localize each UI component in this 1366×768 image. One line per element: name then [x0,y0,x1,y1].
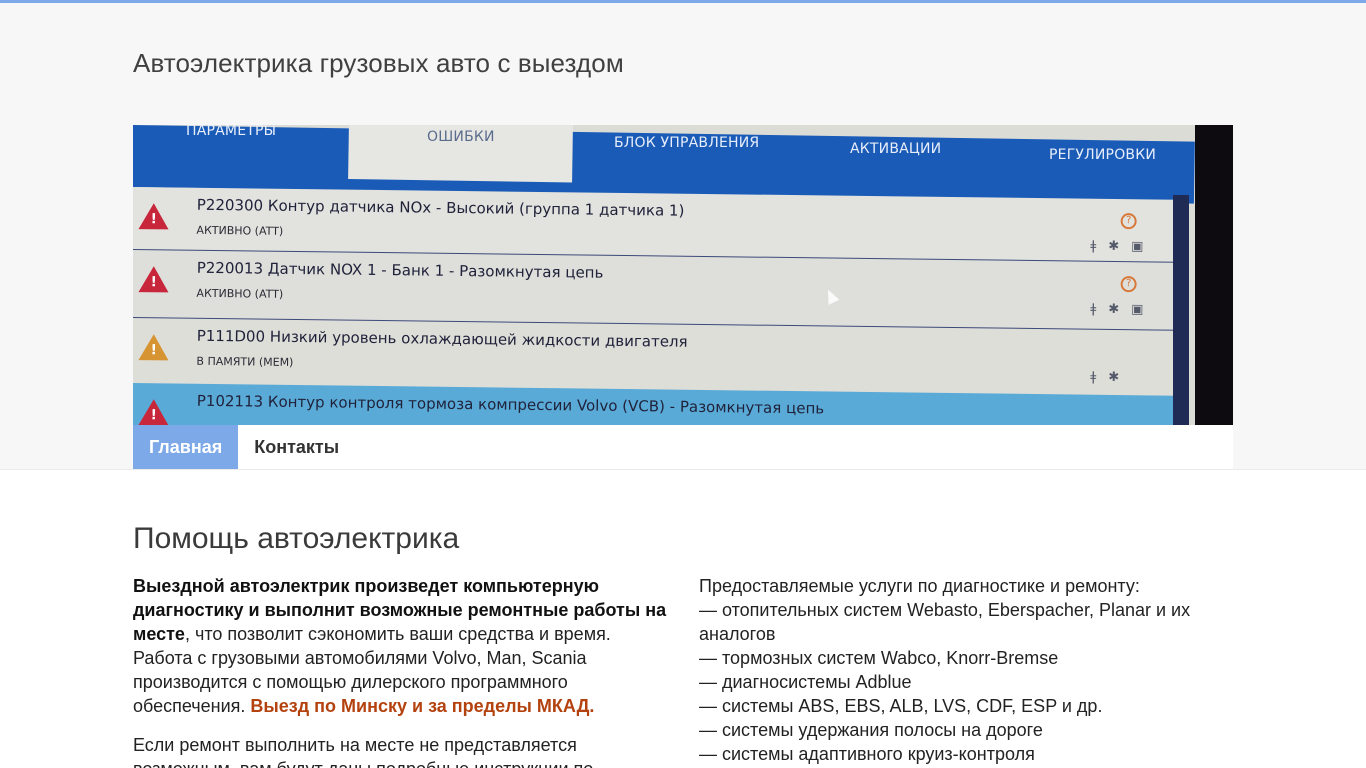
hero-tab-label: ОШИБКИ [427,129,495,145]
tool-icons: ǂ✱▣ [1090,301,1156,318]
second-paragraph: Если ремонт выполнить на месте не предст… [133,735,593,768]
hero-tab-label: ПАРАМЕТРЫ [186,125,277,139]
tool-icons: ǂ✱▣ [1090,238,1156,255]
warning-icon [138,203,169,230]
help-icon: ? [1120,276,1137,293]
tool-icons: ǂ✱ [1090,369,1132,386]
intro-paragraph: Выездной автоэлектрик произведет компьют… [133,574,673,718]
hero-fault-status: АКТИВНО (ATT) [196,286,284,301]
hero-fault-code: P220300 Контур датчика NOx - Высокий (гр… [196,195,685,220]
hero-fault-row: P220013 Датчик NOX 1 - Банк 1 - Разомкну… [133,249,1178,330]
hero-fault-code: P220013 Датчик NOX 1 - Банк 1 - Разомкну… [196,258,604,282]
content-right-column: Предоставляемые услуги по диагностике и … [699,574,1219,766]
content-left-column: Выездной автоэлектрик произведет компьют… [133,574,673,768]
hero-fault-code: P111D00 Низкий уровень охлаждающей жидко… [196,326,688,351]
warning-icon [138,334,169,361]
hero-fault-status: АКТИВНО (ATT) [196,223,284,238]
service-item: — отопительных систем Webasto, Eberspach… [699,600,1191,644]
hero-image: ПАРАМЕТРЫ ОШИБКИ БЛОК УПРАВЛЕНИЯ АКТИВАЦ… [133,125,1233,425]
nav-item-contacts[interactable]: Контакты [238,425,355,469]
service-area-highlight: Выезд по Минску и за пределы МКАД. [250,696,595,716]
nav-item-home[interactable]: Главная [133,425,239,469]
site-title[interactable]: Автоэлектрика грузовых авто с выездом [133,48,624,79]
hero-fault-status: В ПАМЯТИ (MEM) [196,354,294,369]
page-title: Помощь автоэлектрика [133,522,460,555]
main-nav: Главная Контакты [133,425,1233,469]
hero-fault-code: P102113 Контур контроля тормоза компресс… [196,391,825,418]
help-icon: ? [1120,213,1137,230]
service-item: — системы ABS, EBS, ALB, LVS, CDF, ESP и… [699,696,1103,716]
hero-scrollbar [1173,195,1189,425]
warning-icon [138,399,169,425]
hero-tab-label: АКТИВАЦИИ [850,141,942,157]
service-item: — системы адаптивного круиз-контроля [699,744,1035,764]
services-list: — отопительных систем Webasto, Eberspach… [699,598,1219,766]
service-item: — диагносистемы Adblue [699,672,912,692]
service-item: — системы удержания полосы на дороге [699,720,1043,740]
hero-monitor-edge [1195,125,1233,425]
services-lead: Предоставляемые услуги по диагностике и … [699,576,1140,596]
warning-icon [138,266,169,293]
hero-tab-label: БЛОК УПРАВЛЕНИЯ [614,135,760,151]
service-item: — тормозных систем Wabco, Knorr-Bremse [699,648,1059,668]
hero-tab-label: РЕГУЛИРОВКИ [1049,147,1157,163]
